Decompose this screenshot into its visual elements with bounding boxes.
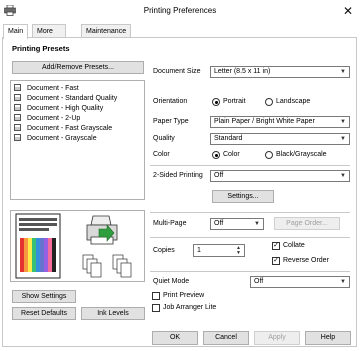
presets-heading: Printing Presets [12,44,70,53]
reverse-order-checkbox[interactable]: ✓ [272,257,280,265]
copies-label: Copies [153,247,175,254]
apply-button[interactable]: Apply [254,331,300,345]
black-grayscale-label: Black/Grayscale [276,151,327,158]
portrait-label: Portrait [223,98,246,105]
document-icon [14,94,21,101]
job-arranger-checkbox[interactable] [152,304,160,312]
paper-type-label: Paper Type [153,118,189,125]
two-sided-settings-button[interactable]: Settings... [212,190,274,203]
preset-label: Document - Fast Grayscale [27,125,113,132]
divider [150,212,350,213]
document-icon [14,134,21,141]
chevron-down-icon: ▼ [340,119,346,125]
document-size-value: Letter (8.5 x 11 in) [214,68,271,75]
document-icon [14,84,21,91]
preset-label: Document - Fast [27,85,79,92]
divider [150,271,350,272]
document-icon [14,124,21,131]
quality-select[interactable]: Standard ▼ [210,133,350,145]
collate-label: Collate [283,242,305,249]
tab-more-options[interactable]: More Options [32,24,67,48]
list-item[interactable]: Document - Fast Grayscale [14,124,112,133]
preset-list[interactable]: Document - Fast Document - Standard Qual… [10,80,145,200]
reverse-order-label: Reverse Order [283,257,329,264]
document-size-select[interactable]: Letter (8.5 x 11 in) ▼ [210,66,350,78]
job-arranger-label: Job Arranger Lite [163,304,217,311]
preset-label: Document - 2-Up [27,115,81,122]
chevron-down-icon: ▼ [340,136,346,142]
multi-page-value: Off [214,220,224,227]
multi-page-label: Multi-Page [153,220,187,227]
document-icon [14,114,21,121]
spinner-arrows-icon[interactable]: ▲ ▼ [236,246,241,256]
help-button[interactable]: Help [305,331,351,345]
copies-value: 1 [197,247,201,254]
landscape-label: Landscape [276,98,311,105]
list-item[interactable]: Document - Fast [14,84,79,93]
collate-checkbox[interactable]: ✓ [272,242,280,250]
list-item[interactable]: Document - High Quality [14,104,103,113]
ok-button[interactable]: OK [152,331,198,345]
color-label: Color [153,151,170,158]
two-sided-value: Off [214,172,224,179]
cancel-button[interactable]: Cancel [203,331,249,345]
multi-page-select[interactable]: Off ▼ [210,218,264,230]
quiet-mode-value: Off [254,278,264,285]
paper-type-value: Plain Paper / Bright White Paper [214,118,315,125]
preset-label: Document - High Quality [27,105,104,112]
preview-area [10,210,145,282]
portrait-radio[interactable] [212,98,220,106]
preview-illustration [15,213,132,279]
black-grayscale-radio[interactable] [265,151,273,159]
quality-value: Standard [214,135,243,142]
preset-label: Document - Standard Quality [27,95,118,102]
title-bar: Printing Preferences ✕ [0,0,360,22]
document-icon [14,104,21,111]
paper-type-select[interactable]: Plain Paper / Bright White Paper ▼ [210,116,350,128]
color-radio[interactable] [212,151,220,159]
tab-main[interactable]: Main [3,24,29,39]
page-order-button[interactable]: Page Order... [274,217,340,230]
window-title: Printing Preferences [143,6,217,15]
chevron-down-icon: ▼ [340,69,346,75]
tab-maintenance[interactable]: Maintenance [81,24,132,38]
document-size-label: Document Size [153,68,201,75]
print-preview-checkbox[interactable] [152,292,160,300]
quality-label: Quality [153,135,175,142]
chevron-down-icon: ▼ [340,173,346,179]
print-preview-label: Print Preview [163,292,205,299]
landscape-radio[interactable] [265,98,273,106]
two-sided-label: 2-Sided Printing [153,172,203,179]
chevron-down-icon: ▼ [340,279,346,285]
close-icon[interactable]: ✕ [340,3,356,19]
divider [150,237,350,238]
list-item[interactable]: Document - Standard Quality [14,94,117,103]
two-sided-select[interactable]: Off ▼ [210,170,350,182]
ink-levels-button[interactable]: Ink Levels [81,307,145,320]
quiet-mode-select[interactable]: Off ▼ [250,276,350,288]
list-item[interactable]: Document - 2-Up [14,114,80,123]
copies-input[interactable]: 1 ▲ ▼ [193,244,245,257]
orientation-label: Orientation [153,98,188,105]
chevron-down-icon: ▼ [254,221,260,227]
reset-defaults-button[interactable]: Reset Defaults [12,307,76,320]
list-item[interactable]: Document - Grayscale [14,134,97,143]
color-option-label: Color [223,151,240,158]
show-settings-button[interactable]: Show Settings [12,290,76,303]
divider [150,165,350,166]
quiet-mode-label: Quiet Mode [153,278,190,285]
add-remove-presets-button[interactable]: Add/Remove Presets... [12,61,144,74]
preset-label: Document - Grayscale [27,135,97,142]
